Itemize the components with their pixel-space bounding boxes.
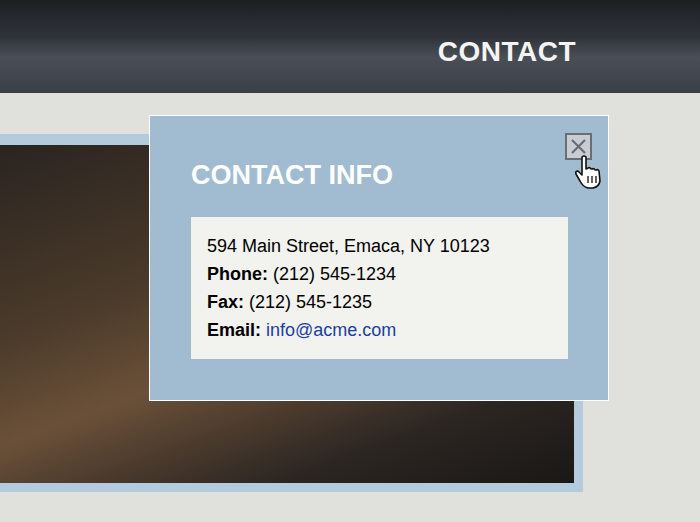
- info-row: Fax: (212) 545-1235: [207, 288, 552, 316]
- info-box: 594 Main Street, Emaca, NY 10123Phone: (…: [191, 217, 568, 359]
- info-row: Phone: (212) 545-1234: [207, 260, 552, 288]
- close-button[interactable]: [565, 133, 592, 160]
- contact-nav[interactable]: CONTACT: [438, 28, 576, 66]
- header-bar: CONTACT: [0, 0, 700, 93]
- info-value: (212) 545-1234: [273, 264, 396, 284]
- info-label: Email:: [207, 320, 261, 340]
- address: 594 Main Street, Emaca, NY 10123: [207, 232, 552, 260]
- email-link[interactable]: info@acme.com: [266, 320, 396, 340]
- contact-popup: CONTACT INFO 594 Main Street, Emaca, NY 1…: [149, 115, 609, 401]
- info-value: (212) 545-1235: [249, 292, 372, 312]
- info-label: Phone:: [207, 264, 268, 284]
- hand-cursor-icon: [574, 154, 606, 190]
- info-label: Fax:: [207, 292, 244, 312]
- info-row: Email: info@acme.com: [207, 316, 552, 344]
- popup-title: CONTACT INFO: [191, 160, 568, 190]
- close-icon: [570, 138, 587, 155]
